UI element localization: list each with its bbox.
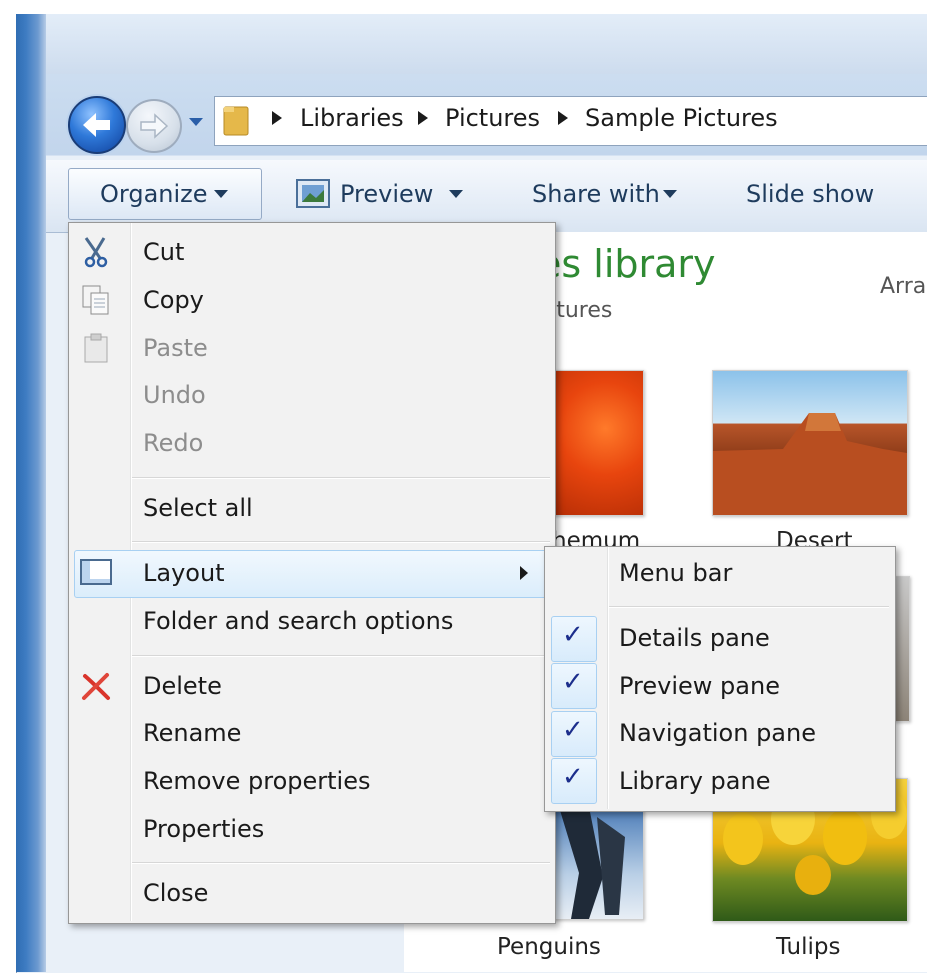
menu-item-copy[interactable]: Copy	[143, 286, 204, 314]
delete-x-icon	[80, 670, 112, 702]
menu-item-delete[interactable]: Delete	[143, 672, 222, 700]
chevron-down-icon[interactable]	[663, 190, 677, 198]
menu-separator	[132, 655, 550, 657]
recent-pages-dropdown[interactable]	[188, 112, 204, 132]
menu-item-rename[interactable]: Rename	[143, 719, 241, 747]
breadcrumb-libraries[interactable]: Libraries	[300, 104, 404, 132]
breadcrumb-sample-pictures[interactable]: Sample Pictures	[585, 104, 778, 132]
menu-item-layout[interactable]: Layout	[143, 559, 225, 587]
preview-icon	[296, 178, 330, 210]
submenu-gutter-divider	[607, 547, 609, 809]
menu-separator	[132, 862, 550, 864]
submenu-item-preview-pane[interactable]: Preview pane	[619, 672, 780, 700]
copy-icon	[80, 284, 112, 316]
menu-item-close[interactable]: Close	[143, 879, 208, 907]
menu-separator	[609, 606, 889, 608]
menu-item-folder-search-options[interactable]: Folder and search options	[143, 607, 453, 635]
slide-show-button[interactable]: Slide show	[746, 180, 874, 208]
share-with-button[interactable]: Share with	[532, 180, 660, 208]
menu-item-cut[interactable]: Cut	[143, 238, 184, 266]
arrange-by-link[interactable]: Arra	[880, 274, 926, 299]
submenu-item-details-pane[interactable]: Details pane	[619, 624, 770, 652]
menu-item-properties[interactable]: Properties	[143, 815, 264, 843]
breadcrumb-arrow-icon[interactable]	[272, 111, 282, 125]
clipboard-icon	[80, 332, 112, 364]
back-arrow-icon	[83, 113, 110, 137]
layout-icon	[80, 557, 112, 589]
title-bar	[46, 14, 927, 74]
preview-button[interactable]: Preview	[340, 180, 433, 208]
chevron-down-icon	[189, 118, 203, 126]
checkmark-icon: ✓	[562, 620, 584, 650]
menu-item-select-all[interactable]: Select all	[143, 494, 253, 522]
breadcrumb-arrow-icon[interactable]	[418, 111, 428, 125]
breadcrumb-pictures[interactable]: Pictures	[445, 104, 540, 132]
menu-item-redo[interactable]: Redo	[143, 429, 203, 457]
thumbnail-label[interactable]: Penguins	[497, 934, 601, 960]
thumbnail-desert[interactable]	[712, 370, 908, 516]
scissors-icon	[80, 236, 112, 268]
menu-item-remove-properties[interactable]: Remove properties	[143, 767, 371, 795]
breadcrumb-arrow-icon[interactable]	[558, 111, 568, 125]
forward-arrow-icon	[140, 113, 169, 139]
organize-label: Organize	[100, 180, 208, 208]
menu-item-paste[interactable]: Paste	[143, 334, 208, 362]
submenu-item-navigation-pane[interactable]: Navigation pane	[619, 719, 816, 747]
forward-button[interactable]	[126, 99, 182, 153]
checkmark-icon: ✓	[562, 762, 584, 792]
window-frame-left	[16, 14, 46, 972]
menu-item-undo[interactable]: Undo	[143, 381, 206, 409]
menu-separator	[132, 541, 550, 543]
checkmark-icon: ✓	[562, 667, 584, 697]
chevron-down-icon	[214, 190, 228, 198]
thumbnail-label[interactable]: Tulips	[776, 934, 841, 960]
checkmark-icon: ✓	[562, 715, 584, 745]
thumbnail-chrysanthemum[interactable]	[548, 370, 644, 516]
submenu-arrow-icon	[520, 566, 528, 580]
chevron-down-icon[interactable]	[449, 190, 463, 198]
library-title: es library	[538, 242, 716, 286]
folder-icon	[222, 103, 250, 137]
menu-separator	[132, 477, 550, 479]
back-button[interactable]	[68, 96, 126, 154]
submenu-item-menu-bar[interactable]: Menu bar	[619, 559, 732, 587]
thumbnail-penguins[interactable]	[548, 806, 644, 920]
submenu-item-library-pane[interactable]: Library pane	[619, 767, 770, 795]
thumbnail-partial[interactable]	[894, 576, 910, 722]
